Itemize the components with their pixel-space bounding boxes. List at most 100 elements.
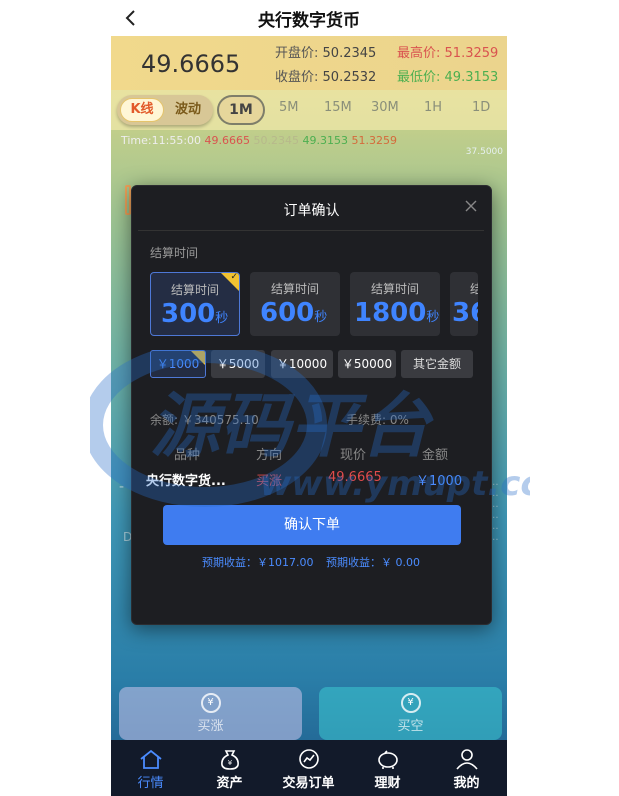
settle-unit: 秒 (215, 311, 229, 326)
col-header-name: 品种 (174, 448, 201, 463)
user-icon (455, 749, 478, 770)
tab-15m[interactable]: 15M (324, 100, 352, 115)
tab-wave[interactable]: 波动 (175, 98, 201, 122)
settle-option-300[interactable]: 结算时间 300秒 ✓ (150, 272, 240, 336)
chart-value-open: 50.2345 (253, 134, 300, 147)
nav-label-market: 行情 (137, 776, 164, 791)
settle-unit: 秒 (314, 310, 328, 325)
chart-axis-label: 37.5000 (465, 147, 503, 157)
divider (138, 230, 484, 231)
high-value: 51.3259 (444, 46, 499, 61)
settle-option-value: 36 (452, 298, 478, 328)
expected-loss: 预期收益：￥ 0.00 (326, 556, 420, 569)
chart-circle-icon (298, 749, 319, 769)
settle-option-value: 1800秒 (354, 298, 439, 328)
nav-item-assets[interactable]: ¥ 资产 (190, 740, 269, 796)
tab-1d[interactable]: 1D (472, 100, 490, 115)
svg-text:¥: ¥ (227, 759, 232, 767)
settle-unit: 秒 (426, 310, 440, 325)
settle-seconds: 300 (161, 299, 216, 329)
balance-text: 余额: ￥340575.10 (150, 413, 259, 427)
buy-down-button[interactable]: ¥ 买空 (319, 687, 502, 740)
interval-tabs: K线 波动 1M 5M 15M 30M 1H 1D (111, 90, 507, 130)
col-header-amount: 金额 (422, 448, 449, 463)
close-label: 收盘价: (275, 70, 319, 85)
tab-5m[interactable]: 5M (279, 100, 299, 115)
chevron-left-icon (125, 10, 135, 26)
nav-item-mine[interactable]: 我的 (427, 740, 506, 796)
settle-option-label: 结算时间 (370, 282, 419, 296)
amount-10000[interactable]: ￥10000 (271, 350, 333, 378)
chart-type-toggle: K线 波动 (117, 95, 213, 125)
chart-time: Time:11:55:00 (121, 134, 202, 147)
buy-down-label: 买空 (397, 719, 424, 734)
settle-option-partial[interactable]: 结 36 (450, 272, 478, 336)
chart-value-high: 51.3259 (351, 134, 398, 147)
settle-option-1800[interactable]: 结算时间 1800秒 (350, 272, 440, 336)
tab-kline[interactable]: K线 (120, 98, 164, 122)
back-button[interactable] (119, 6, 143, 30)
money-bag-icon: ¥ (220, 750, 239, 770)
close-price: 收盘价: 50.2532 (275, 66, 376, 85)
col-header-price: 现价 (340, 448, 367, 463)
open-label: 开盘价: (275, 46, 319, 61)
nav-item-orders[interactable]: 交易订单 (269, 740, 348, 796)
low-value: 49.3153 (444, 70, 499, 85)
col-header-direction: 方向 (256, 448, 283, 463)
settle-option-label: 结 (470, 280, 478, 297)
nav-label-finance: 理财 (374, 776, 401, 791)
settle-option-label: 结算时间 (270, 282, 319, 296)
bottom-nav: 行情 ¥ 资产 交易订单 理财 我的 (111, 740, 507, 796)
dialog-title: 订单确认 (283, 203, 340, 219)
open-value: 50.2345 (322, 46, 377, 61)
close-value: 50.2532 (322, 70, 377, 85)
confirm-order-button[interactable]: 确认下单 (163, 505, 461, 545)
nav-label-orders: 交易订单 (282, 776, 335, 791)
low-price: 最低价: 49.3153 (397, 66, 498, 85)
amount-50000[interactable]: ￥50000 (338, 350, 396, 378)
app-screen: 央行数字货币 49.6665 开盘价: 50.2345 最高价: 51.3259… (111, 0, 507, 796)
buy-up-button[interactable]: ¥ 买涨 (119, 687, 302, 740)
chart-ghost-marker: - (119, 479, 125, 495)
settle-seconds: 1800 (354, 298, 427, 328)
order-confirm-dialog: 订单确认 结算时间 结算时间 300秒 ✓ 结算时间 600秒 结算时间 180… (131, 185, 492, 625)
check-icon: ✓ (230, 272, 238, 282)
expected-income: 预期收益：￥1017.00 (202, 556, 314, 569)
amount-other[interactable]: 其它金额 (401, 350, 473, 378)
settle-time-label: 结算时间 (150, 246, 199, 260)
amount-5000[interactable]: ￥5000 (211, 350, 265, 378)
order-direction: 买涨 (256, 474, 283, 489)
close-icon (465, 200, 477, 212)
order-name: 央行数字货... (146, 474, 226, 489)
page-title: 央行数字货币 (258, 10, 360, 31)
close-button[interactable] (463, 198, 479, 214)
fee-text: 手续费: 0% (346, 413, 409, 427)
selected-badge (191, 351, 205, 365)
nav-label-mine: 我的 (453, 776, 480, 791)
yen-coin-icon: ¥ (400, 693, 421, 713)
tab-30m[interactable]: 30M (371, 100, 399, 115)
chart-value-current: 49.6665 (204, 134, 251, 147)
chart-info-line: Time:11:55:00 49.6665 50.2345 49.3153 51… (121, 134, 397, 147)
settle-seconds: 600 (260, 298, 315, 328)
price-summary: 49.6665 开盘价: 50.2345 最高价: 51.3259 收盘价: 5… (111, 36, 507, 90)
amount-1000[interactable]: ￥1000 (150, 350, 206, 378)
home-icon (139, 749, 162, 769)
low-label: 最低价: (397, 70, 441, 85)
high-price: 最高价: 51.3259 (397, 42, 498, 61)
open-price: 开盘价: 50.2345 (275, 42, 376, 61)
current-price: 49.6665 (141, 50, 241, 78)
order-price: 49.6665 (328, 470, 382, 485)
settle-option-600[interactable]: 结算时间 600秒 (250, 272, 340, 336)
nav-item-finance[interactable]: 理财 (348, 740, 427, 796)
nav-item-market[interactable]: 行情 (111, 740, 190, 796)
tab-1m[interactable]: 1M (217, 95, 265, 125)
chart-value-low: 49.3153 (302, 134, 349, 147)
tab-1h[interactable]: 1H (424, 100, 442, 115)
buy-up-label: 买涨 (197, 719, 224, 734)
yen-coin-icon: ¥ (200, 693, 221, 713)
high-label: 最高价: (397, 46, 441, 61)
top-bar: 央行数字货币 (111, 0, 507, 36)
nav-label-assets: 资产 (216, 776, 243, 791)
order-amount: ￥1000 (416, 474, 463, 489)
